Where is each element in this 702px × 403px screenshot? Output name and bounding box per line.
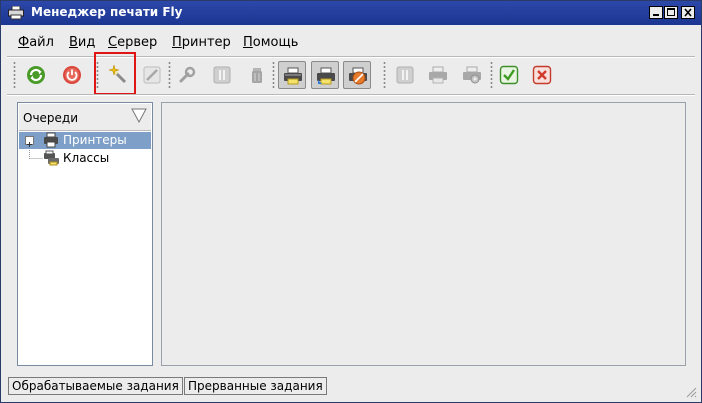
- toolbar-grip[interactable]: [168, 61, 171, 89]
- panel-splitter[interactable]: [155, 102, 159, 366]
- toolbar-grip[interactable]: [13, 61, 16, 89]
- printer-icon: [284, 67, 302, 85]
- menu-server[interactable]: Сервер: [108, 35, 157, 50]
- resize-grip-icon[interactable]: [685, 386, 697, 398]
- printer-reject-icon: [349, 67, 367, 85]
- wrench-icon: [179, 66, 196, 83]
- toolbar-grip[interactable]: [96, 61, 99, 89]
- refresh-button[interactable]: [22, 61, 50, 89]
- printer-icon: [44, 132, 58, 148]
- queues-panel: Очереди Принтеры Классы: [17, 102, 153, 366]
- printer-share-icon: [317, 67, 335, 85]
- pause-job-button[interactable]: [391, 61, 419, 89]
- queues-header-label: Очереди: [23, 111, 79, 125]
- minimize-icon: [653, 14, 659, 16]
- tree-item-label: Классы: [63, 151, 110, 165]
- tree-item-printers[interactable]: Принтеры: [19, 132, 151, 149]
- expand-icon[interactable]: [25, 136, 34, 147]
- print-manager-window: Менеджер печати Fly Файл Вид Сервер Прин…: [0, 0, 702, 403]
- maximize-button[interactable]: [664, 6, 678, 19]
- printer-class-icon: [44, 150, 59, 166]
- close-button[interactable]: [681, 6, 695, 19]
- add-printer-wizard-button[interactable]: [104, 61, 132, 89]
- menu-file[interactable]: Файл: [18, 35, 54, 50]
- menu-separator: [7, 56, 695, 58]
- job-settings-button[interactable]: [458, 61, 486, 89]
- stop-server-button[interactable]: [58, 61, 86, 89]
- jobs-panel: [161, 102, 686, 366]
- maximize-icon: [667, 8, 675, 16]
- menu-view[interactable]: Вид: [69, 35, 95, 50]
- title-bar[interactable]: Менеджер печати Fly: [1, 1, 701, 25]
- tree-item-classes[interactable]: Классы: [19, 150, 151, 167]
- pause-icon: [213, 66, 231, 84]
- delete-button[interactable]: [243, 61, 271, 89]
- tab-interrupted-jobs[interactable]: Прерванные задания: [184, 377, 327, 395]
- pause-button[interactable]: [208, 61, 236, 89]
- magic-wand-icon: [108, 65, 127, 84]
- queues-header[interactable]: Очереди: [19, 104, 151, 131]
- trash-icon: [252, 68, 262, 83]
- toolbar-grip[interactable]: [490, 61, 493, 89]
- toolbar-grip[interactable]: [383, 61, 386, 89]
- close-icon: [684, 8, 692, 17]
- window-title: Менеджер печати Fly: [31, 5, 183, 19]
- edit-button[interactable]: [138, 61, 166, 89]
- toolbar: [1, 59, 701, 91]
- print-job-button[interactable]: [424, 61, 452, 89]
- print-job-icon: [429, 66, 447, 84]
- menu-bar: Файл Вид Сервер Принтер Помощь: [1, 35, 701, 55]
- menu-help[interactable]: Помощь: [243, 35, 298, 50]
- toolbar-separator: [7, 94, 695, 96]
- reject-button[interactable]: [528, 61, 556, 89]
- printer-settings-icon: [463, 66, 481, 84]
- pencil-icon: [143, 66, 161, 84]
- toolbar-grip[interactable]: [272, 61, 275, 89]
- tab-active-jobs[interactable]: Обрабатываемые задания: [8, 377, 183, 395]
- pause-icon: [396, 66, 414, 84]
- menu-printer[interactable]: Принтер: [172, 35, 231, 50]
- minimize-button[interactable]: [649, 6, 663, 19]
- printer-icon: [8, 6, 24, 20]
- printer-button[interactable]: [278, 61, 306, 89]
- printer-reject-button[interactable]: [343, 61, 371, 89]
- tree-item-label: Принтеры: [63, 133, 127, 147]
- accept-button[interactable]: [495, 61, 523, 89]
- settings-button[interactable]: [173, 61, 201, 89]
- check-icon: [499, 65, 519, 85]
- x-icon: [532, 65, 552, 85]
- tree-connector: [29, 150, 43, 159]
- refresh-icon: [27, 66, 45, 84]
- printer-share-button[interactable]: [311, 61, 339, 89]
- filter-icon[interactable]: [131, 108, 147, 123]
- power-icon: [63, 66, 81, 84]
